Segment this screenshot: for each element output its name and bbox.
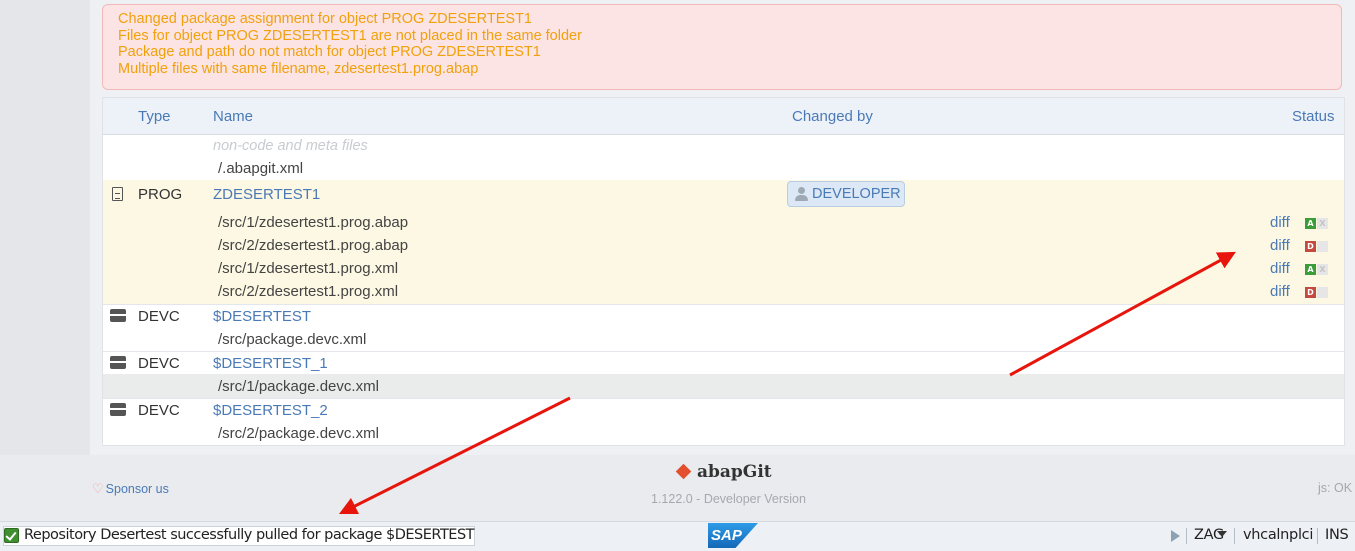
user-icon bbox=[795, 187, 808, 201]
diff-link[interactable]: diff bbox=[1270, 283, 1290, 300]
object-type: DEVC bbox=[138, 308, 180, 325]
table-header: Type Name Changed by Status bbox=[103, 98, 1344, 135]
object-name-link[interactable]: ZDESERTEST1 bbox=[213, 186, 320, 203]
remote-status bbox=[1317, 287, 1328, 298]
remote-status: X bbox=[1317, 218, 1328, 229]
abapgit-logo: abapGit bbox=[675, 462, 772, 482]
file-path: /src/2/zdesertest1.prog.abap bbox=[218, 237, 409, 254]
local-status-added: A bbox=[1305, 264, 1316, 275]
error-message-panel: Changed package assignment for object PR… bbox=[102, 4, 1342, 90]
abapgit-diamond-icon bbox=[675, 463, 692, 480]
column-header-status: Status bbox=[1292, 108, 1335, 125]
sponsor-label: Sponsor us bbox=[105, 482, 169, 496]
object-name-link[interactable]: $DESERTEST_1 bbox=[213, 355, 328, 372]
column-header-name: Name bbox=[213, 108, 254, 125]
table-row-prog: PROG ZDESERTEST1 /src/1/zdesertest1.prog… bbox=[103, 180, 1344, 304]
table-row-devc: DEVC $DESERTEST_2 /src/2/package.devc.xm… bbox=[103, 399, 1344, 445]
version-label: 1.122.0 - Developer Version bbox=[651, 492, 806, 506]
file-path: /src/1/zdesertest1.prog.xml bbox=[218, 260, 399, 277]
js-status: js: OK bbox=[1318, 481, 1353, 495]
object-type: DEVC bbox=[138, 402, 180, 419]
package-icon bbox=[110, 309, 126, 322]
separator bbox=[1186, 528, 1187, 544]
table-row-devc: DEVC $DESERTEST /src/package.devc.xml bbox=[103, 305, 1344, 351]
error-message: Package and path do not match for object… bbox=[118, 44, 541, 60]
chevron-down-icon[interactable] bbox=[1217, 531, 1227, 537]
play-icon[interactable] bbox=[1171, 530, 1180, 542]
changed-by-user: DEVELOPER bbox=[812, 186, 901, 202]
separator bbox=[1234, 528, 1235, 544]
object-type: PROG bbox=[138, 186, 183, 203]
input-mode[interactable]: INS bbox=[1325, 527, 1349, 543]
column-header-changed-by: Changed by bbox=[792, 108, 873, 125]
status-message: Repository Desertest successfully pulled… bbox=[24, 527, 475, 543]
diff-link[interactable]: diff bbox=[1270, 260, 1290, 277]
diff-link[interactable]: diff bbox=[1270, 237, 1290, 254]
file-path: /src/package.devc.xml bbox=[218, 331, 367, 348]
error-message: Changed package assignment for object PR… bbox=[118, 11, 532, 27]
table-row-meta-files: non-code and meta files /.abapgit.xml bbox=[103, 135, 1344, 180]
object-name-link[interactable]: $DESERTEST_2 bbox=[213, 402, 328, 419]
file-path: /src/2/package.devc.xml bbox=[218, 425, 379, 442]
package-icon bbox=[110, 356, 126, 369]
file-path: /.abapgit.xml bbox=[218, 160, 304, 177]
diff-link[interactable]: diff bbox=[1270, 214, 1290, 231]
object-name-link[interactable]: $DESERTEST bbox=[213, 308, 311, 325]
sponsor-link[interactable]: ♡ Sponsor us bbox=[92, 481, 169, 497]
success-check-icon bbox=[4, 528, 19, 543]
column-header-type: Type bbox=[138, 108, 171, 125]
logo-text: abapGit bbox=[697, 462, 772, 482]
changed-by-badge[interactable]: DEVELOPER bbox=[787, 181, 905, 207]
remote-status: X bbox=[1317, 264, 1328, 275]
object-type: DEVC bbox=[138, 355, 180, 372]
meta-files-label: non-code and meta files bbox=[213, 138, 368, 154]
local-status-added: A bbox=[1305, 218, 1316, 229]
program-icon bbox=[112, 187, 123, 201]
table-row-devc: DEVC $DESERTEST_1 /src/1/package.devc.xm… bbox=[103, 352, 1344, 398]
local-status-deleted: D bbox=[1305, 287, 1316, 298]
file-path: /src/1/package.devc.xml bbox=[218, 378, 379, 395]
error-message: Files for object PROG ZDESERTEST1 are no… bbox=[118, 27, 582, 44]
error-message: Multiple files with same filename, zdese… bbox=[118, 60, 479, 77]
file-path: /src/2/zdesertest1.prog.xml bbox=[218, 283, 399, 300]
server-name: vhcalnplci bbox=[1243, 527, 1314, 543]
package-icon bbox=[110, 403, 126, 416]
heart-icon: ♡ bbox=[92, 481, 104, 496]
local-status-deleted: D bbox=[1305, 241, 1316, 252]
remote-status bbox=[1317, 241, 1328, 252]
repository-objects-table: Type Name Changed by Status non-code and… bbox=[102, 97, 1345, 446]
separator bbox=[1317, 528, 1318, 544]
file-path: /src/1/zdesertest1.prog.abap bbox=[218, 214, 409, 231]
